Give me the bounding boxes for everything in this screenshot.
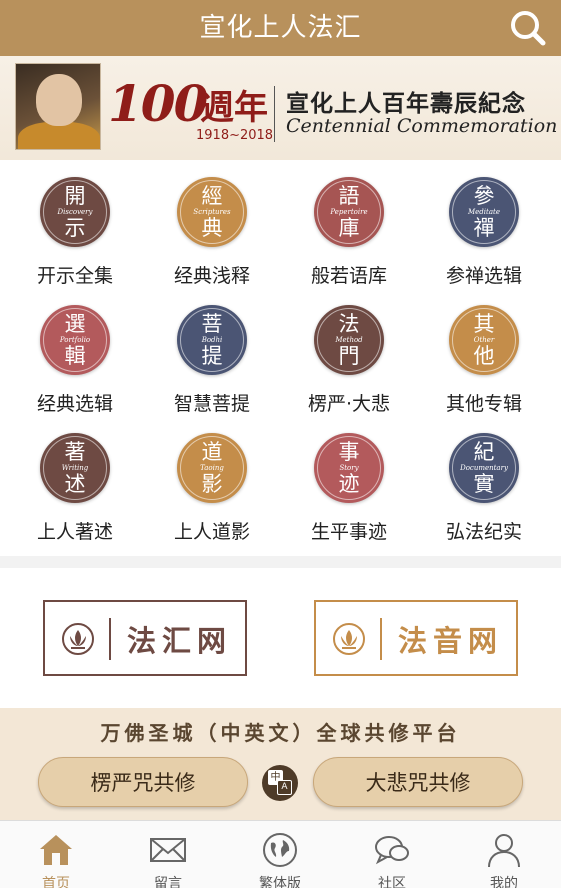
shurangama-practice-button[interactable]: 楞严咒共修	[38, 757, 248, 807]
tab-traditional[interactable]: 繁体版	[224, 821, 336, 888]
category-item[interactable]: 參 Meditate 禪参禅选辑	[414, 160, 554, 288]
banner-anniversary: 週年	[200, 88, 268, 128]
fayin-website-button[interactable]: 法音网	[314, 600, 518, 676]
banner-title-cn: 宣化上人百年壽辰紀念	[286, 90, 526, 117]
category-emblem-icon: 紀 Documentary 實	[449, 433, 519, 503]
category-item[interactable]: 著 Writing 述上人著述	[5, 416, 145, 544]
centennial-banner[interactable]: 100 週年 1918~2018 宣化上人百年壽辰紀念 Centennial C…	[0, 56, 561, 160]
toggle-en-label: A	[277, 780, 292, 795]
category-label: 参禅选辑	[445, 265, 522, 287]
category-emblem-icon: 道 Taoing 影	[177, 433, 247, 503]
category-label: 上人道影	[173, 521, 250, 543]
category-emblem-icon: 選 Portfolio 輯	[40, 305, 110, 375]
fayin-website-label: 法音网	[398, 624, 504, 658]
great-compassion-practice-button[interactable]: 大悲咒共修	[313, 757, 523, 807]
category-item[interactable]: 道 Taoing 影上人道影	[142, 416, 282, 544]
category-label: 开示全集	[36, 265, 113, 287]
website-links: 法汇网 法音网	[0, 568, 561, 708]
fahui-website-label: 法汇网	[127, 624, 233, 658]
banner-divider	[274, 86, 275, 142]
tab-label: 留言	[154, 876, 182, 888]
banner-title-en: Centennial Commemoration	[286, 115, 558, 137]
tab-messages[interactable]: 留言	[112, 821, 224, 888]
category-label: 经典浅释	[173, 265, 250, 287]
category-item[interactable]: 事 Story 迹生平事迹	[279, 416, 419, 544]
banner-years: 1918~2018	[196, 128, 274, 143]
link-divider	[109, 618, 111, 660]
category-emblem-icon: 其 Other 他	[449, 305, 519, 375]
category-grid: 開 Discovery 示开示全集經 Scriptures 典经典浅释語 Pepertoi…	[0, 160, 561, 556]
top-header: 宣化上人法汇	[0, 0, 561, 56]
category-label: 生平事迹	[310, 521, 387, 543]
bottom-tab-bar: 首页 留言 繁体版 社区 我的	[0, 820, 561, 888]
home-icon	[40, 835, 72, 865]
category-item[interactable]: 其 Other 他其他专辑	[414, 288, 554, 416]
banner-number: 100	[108, 74, 208, 133]
category-label: 上人著述	[36, 521, 113, 543]
tab-label: 首页	[42, 876, 70, 888]
tab-community[interactable]: 社区	[336, 821, 448, 888]
category-emblem-icon: 參 Meditate 禪	[449, 177, 519, 247]
category-emblem-icon: 事 Story 迹	[314, 433, 384, 503]
category-emblem-icon: 開 Discovery 示	[40, 177, 110, 247]
category-item[interactable]: 選 Portfolio 輯经典选辑	[5, 288, 145, 416]
user-icon	[488, 834, 520, 868]
global-practice-section: 万佛圣城（中英文）全球共修平台 楞严咒共修 中 A 大悲咒共修	[0, 708, 561, 820]
link-divider	[380, 618, 382, 660]
section-divider	[0, 556, 561, 568]
category-emblem-icon: 語 Pepertoire 庫	[314, 177, 384, 247]
category-label: 楞严·大悲	[307, 393, 391, 415]
category-item[interactable]: 紀 Documentary 實弘法纪实	[414, 416, 554, 544]
language-toggle-button[interactable]: 中 A	[262, 765, 298, 801]
category-item[interactable]: 法 Method 門楞严·大悲	[279, 288, 419, 416]
master-portrait	[15, 63, 101, 150]
category-label: 智慧菩提	[173, 393, 250, 415]
globe-icon	[263, 833, 297, 867]
lotus-icon	[333, 623, 365, 655]
category-item[interactable]: 經 Scriptures 典经典浅释	[142, 160, 282, 288]
search-button[interactable]	[509, 9, 547, 47]
page-title: 宣化上人法汇	[199, 13, 362, 43]
category-emblem-icon: 菩 Bodhi 提	[177, 305, 247, 375]
category-item[interactable]: 菩 Bodhi 提智慧菩提	[142, 288, 282, 416]
category-label: 其他专辑	[445, 393, 522, 415]
tab-label: 繁体版	[259, 876, 301, 888]
category-emblem-icon: 法 Method 門	[314, 305, 384, 375]
category-label: 经典选辑	[36, 393, 113, 415]
mail-icon	[150, 838, 186, 862]
category-label: 弘法纪实	[445, 521, 522, 543]
lotus-icon	[62, 623, 94, 655]
search-icon	[511, 11, 546, 46]
practice-title: 万佛圣城（中英文）全球共修平台	[100, 721, 461, 745]
category-item[interactable]: 開 Discovery 示开示全集	[5, 160, 145, 288]
category-emblem-icon: 經 Scriptures 典	[177, 177, 247, 247]
chat-icon	[375, 836, 409, 865]
fahui-website-button[interactable]: 法汇网	[43, 600, 247, 676]
tab-home[interactable]: 首页	[0, 821, 112, 888]
tab-label: 我的	[490, 876, 518, 888]
tab-profile[interactable]: 我的	[448, 821, 560, 888]
app-root: 宣化上人法汇 100 週年 1918~2018 宣化上人百年壽辰紀念 Cente…	[0, 0, 561, 888]
category-emblem-icon: 著 Writing 述	[40, 433, 110, 503]
category-label: 般若语库	[310, 265, 387, 287]
category-item[interactable]: 語 Pepertoire 庫般若语库	[279, 160, 419, 288]
tab-label: 社区	[378, 876, 406, 888]
